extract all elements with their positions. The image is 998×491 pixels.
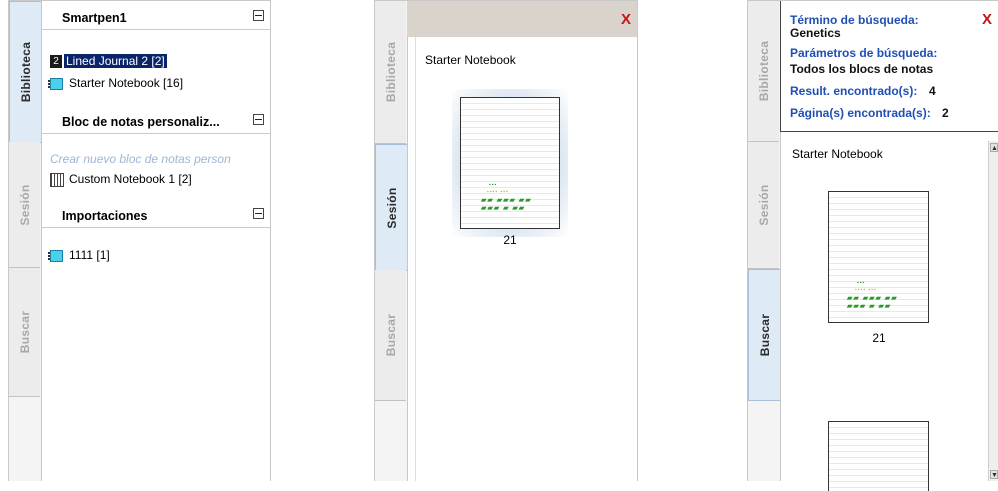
session-panel: Biblioteca Sesión Buscar X Starter Noteb… xyxy=(374,0,638,481)
tab-library[interactable]: Biblioteca xyxy=(748,1,779,142)
page-number: 21 xyxy=(503,233,517,247)
list-item-custom-notebook[interactable]: Custom Notebook 1 [2] xyxy=(50,171,192,187)
close-button[interactable]: X xyxy=(982,11,992,28)
notebook-icon xyxy=(48,77,63,90)
vertical-tab-strip: Biblioteca Sesión Buscar xyxy=(9,1,42,481)
collapse-icon[interactable] xyxy=(253,208,264,219)
collapse-icon[interactable] xyxy=(253,10,264,21)
section-title: Importaciones xyxy=(62,209,148,223)
handwriting-mark: ▰▰▰ ▰ ▰▰ xyxy=(847,303,892,310)
handwriting-mark: ▰▰▰ ▰ ▰▰ xyxy=(481,205,526,212)
search-params-value: Todos los blocs de notas xyxy=(790,62,934,76)
notebook-title: Starter Notebook xyxy=(425,53,516,67)
handwriting-mark: ▪▪▪▪ ▪▪▪ xyxy=(487,189,509,195)
notebook-title: Starter Notebook xyxy=(792,147,883,161)
list-item-label: Starter Notebook [16] xyxy=(69,76,184,90)
section-smartpen[interactable]: Smartpen1 xyxy=(42,5,270,30)
handwriting-mark: ▰▰ ▰▰▰ ▰▰ xyxy=(481,197,532,204)
section-title: Bloc de notas personaliz... xyxy=(62,115,220,129)
search-term-label: Término de búsqueda: xyxy=(790,13,919,27)
notebook-icon: 2 xyxy=(50,55,62,69)
collapse-icon[interactable] xyxy=(253,114,264,125)
page-number: 21 xyxy=(872,331,886,345)
search-params-label: Parámetros de búsqueda: xyxy=(790,46,938,60)
list-item-lined-journal[interactable]: 2 Lined Journal 2 [2] xyxy=(50,53,167,69)
vertical-scrollbar[interactable]: ▲ ▼ xyxy=(988,141,998,481)
section-custom-notebooks[interactable]: Bloc de notas personaliz... xyxy=(42,109,270,134)
session-content: Starter Notebook ▪▪▪ ▪▪▪▪ ▪▪▪ ▰▰ ▰▰▰ ▰▰ … xyxy=(415,37,630,481)
create-notebook-input[interactable]: Crear nuevo bloc de notas person xyxy=(50,151,231,167)
tab-search[interactable]: Buscar xyxy=(748,269,780,401)
section-imports[interactable]: Importaciones xyxy=(42,203,270,228)
list-item-import[interactable]: 1111 [1] xyxy=(48,247,110,263)
page-thumbnail[interactable]: ▪▪▪ ▪▪▪▪ ▪▪▪ ▰▰ ▰▰▰ ▰▰ ▰▰▰ ▰ ▰▰ xyxy=(460,97,560,229)
list-item-label: 1111 [1] xyxy=(69,248,110,262)
page-thumbnail[interactable] xyxy=(828,421,929,491)
handwriting-mark: ▪▪▪▪ ▪▪▪ xyxy=(855,287,877,293)
section-title: Smartpen1 xyxy=(62,11,127,25)
library-content: Smartpen1 2 Lined Journal 2 [2] Starter N… xyxy=(42,1,271,481)
library-panel: Biblioteca Sesión Buscar Smartpen1 2 Line… xyxy=(8,0,271,481)
vertical-tab-strip: Biblioteca Sesión Buscar xyxy=(748,1,781,481)
page-thumbnail[interactable]: ▪▪▪ ▪▪▪▪ ▪▪▪ ▰▰ ▰▰▰ ▰▰ ▰▰▰ ▰ ▰▰ xyxy=(828,191,929,323)
tab-library[interactable]: Biblioteca xyxy=(375,1,406,144)
notebook-icon xyxy=(48,249,63,262)
search-results: Starter Notebook ▪▪▪ ▪▪▪▪ ▪▪▪ ▰▰ ▰▰▰ ▰▰ … xyxy=(781,141,998,491)
list-item-label: Custom Notebook 1 [2] xyxy=(69,172,192,186)
tab-search[interactable]: Buscar xyxy=(9,268,40,397)
tab-library[interactable]: Biblioteca xyxy=(9,1,41,143)
handwriting-mark: ▪▪▪ xyxy=(857,280,866,286)
close-button[interactable]: X xyxy=(621,11,631,28)
search-term-value: Genetics xyxy=(790,26,841,40)
pages-found-label: Página(s) encontrada(s): xyxy=(790,106,931,120)
list-item-label: Lined Journal 2 [2] xyxy=(64,54,167,68)
tab-session[interactable]: Sesión xyxy=(748,142,779,269)
tab-session[interactable]: Sesión xyxy=(375,144,407,271)
tab-search[interactable]: Buscar xyxy=(375,270,406,401)
results-value: 4 xyxy=(929,84,936,98)
pages-found-value: 2 xyxy=(942,106,949,120)
list-item-starter-notebook[interactable]: Starter Notebook [16] xyxy=(48,75,184,91)
handwriting-mark: ▪▪▪ xyxy=(489,182,498,188)
search-panel: Biblioteca Sesión Buscar Término de búsq… xyxy=(747,0,998,491)
search-summary: Término de búsqueda: Genetics Parámetros… xyxy=(780,1,998,132)
scroll-up-icon[interactable]: ▲ xyxy=(990,143,998,152)
handwriting-mark: ▰▰ ▰▰▰ ▰▰ xyxy=(847,295,898,302)
scroll-down-icon[interactable]: ▼ xyxy=(990,470,998,479)
tab-session[interactable]: Sesión xyxy=(9,142,40,268)
results-label: Result. encontrado(s): xyxy=(790,84,918,98)
vertical-tab-strip: Biblioteca Sesión Buscar xyxy=(375,1,408,481)
spiral-notebook-icon xyxy=(50,172,64,187)
title-bar: X xyxy=(407,1,637,37)
